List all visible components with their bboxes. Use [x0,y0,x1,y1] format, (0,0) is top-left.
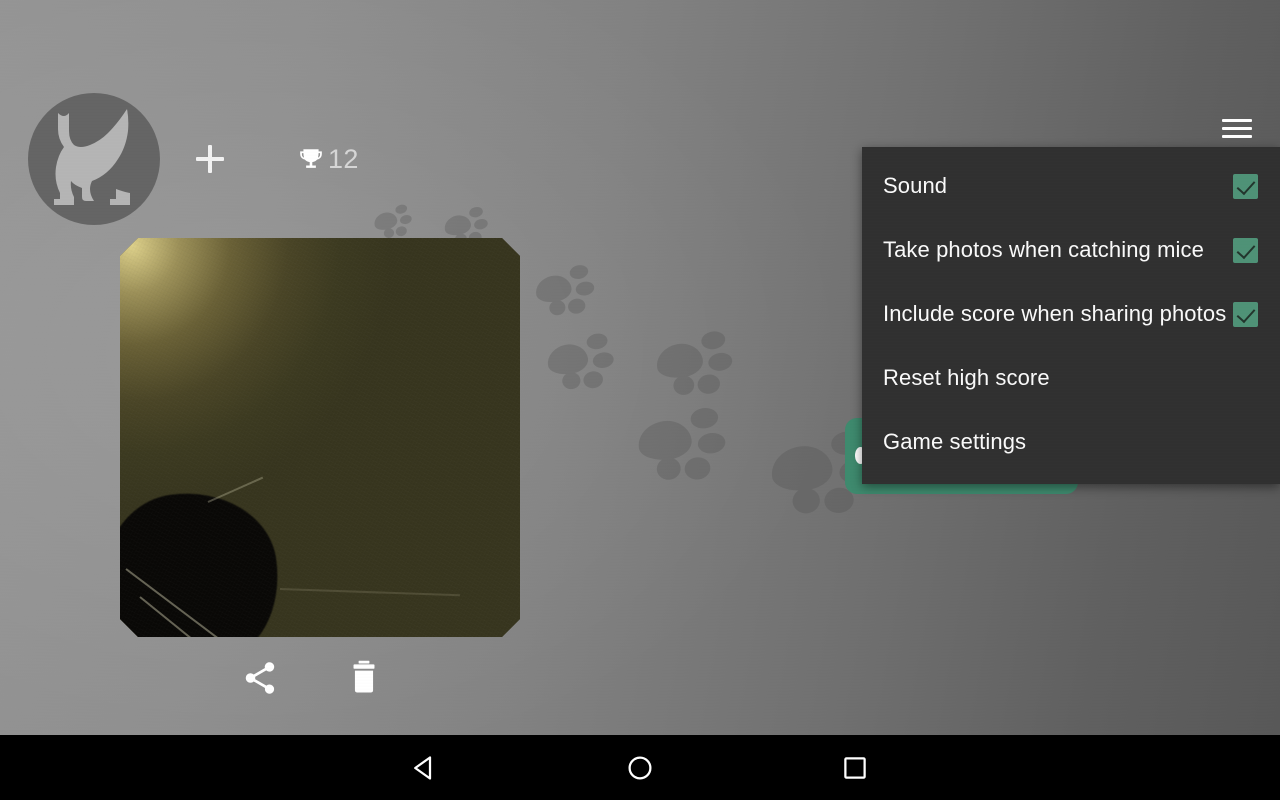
menu-item-sound[interactable]: Sound [862,154,1280,218]
menu-item-label: Reset high score [883,365,1050,390]
paw-pad [582,369,605,390]
paw-pad [699,329,727,352]
nav-back-button[interactable] [380,735,470,800]
hamburger-bar [1222,127,1252,130]
menu-item-checkbox[interactable] [1233,301,1258,327]
paw-print-icon [528,253,596,317]
paw-pad [568,263,590,281]
paw-pad [768,442,835,495]
photo-thumbnail[interactable] [120,238,520,637]
game-background: 12 Sound Take photos when catching mice … [0,0,1280,735]
paw-pad [398,213,413,226]
paw-pad [591,350,615,370]
paw-print-icon [368,200,413,240]
android-navigation-bar [0,735,1280,800]
menu-item-include-score-when-sharing-photos[interactable]: Include score when sharing photos [862,282,1280,346]
menu-item-checkbox[interactable] [1233,237,1258,263]
paw-print-icon [438,200,489,246]
photo-scratch-line [208,477,264,503]
paw-pad [560,370,582,391]
paw-pad [566,297,587,316]
paw-pad [394,225,409,238]
menu-item-checkbox[interactable] [1233,173,1258,199]
add-cat-button[interactable] [193,142,227,176]
paw-pad [574,279,596,298]
delete-button[interactable] [342,656,386,700]
paw-print-icon [540,319,615,391]
score-value: 12 [328,144,359,174]
avatar[interactable] [28,93,160,225]
back-triangle-icon [414,755,432,780]
paw-pad [689,406,720,431]
paw-pad [696,431,727,456]
paw-pad [394,203,409,216]
hamburger-bar [1222,119,1252,122]
share-button[interactable] [238,656,282,700]
menu-item-reset-high-score[interactable]: Reset high score [862,346,1280,410]
menu-item-label: Take photos when catching mice [883,237,1204,262]
paw-pad [790,486,822,516]
menu-item-take-photos-when-catching-mice[interactable]: Take photos when catching mice [862,218,1280,282]
recents-square-icon [844,756,866,779]
menu-item-label: Game settings [883,429,1027,454]
paw-pad [585,331,609,351]
app-screen: 12 Sound Take photos when catching mice … [0,0,1280,800]
cat-silhouette-icon [54,109,130,205]
paw-print-icon [648,313,734,397]
paw-pad [683,455,712,482]
trash-icon [353,660,375,693]
nav-home-button[interactable] [595,735,685,800]
paw-pad [382,227,396,240]
paw-pad [547,298,567,317]
paw-pad [635,417,694,464]
paw-pad [655,456,683,482]
menu-item-label: Include score when sharing photos [883,301,1227,326]
hamburger-bar [1222,135,1252,138]
photo-action-bar [120,656,520,700]
hamburger-menu-icon[interactable] [1220,113,1254,143]
paw-pad [473,217,489,231]
nav-recents-button[interactable] [810,735,900,800]
paw-pad [468,205,484,219]
paw-pad [706,351,734,373]
paw-print-icon [630,385,735,490]
menu-item-label: Sound [883,173,948,198]
overflow-menu[interactable]: Sound Take photos when catching mice Inclu… [862,147,1280,484]
photo-dark-shape [120,481,289,637]
trophy-icon [300,149,322,168]
home-circle-icon [628,755,652,780]
share-icon [245,662,275,694]
menu-item-game-settings[interactable]: Game settings [862,410,1280,474]
photo-scratch-line [280,588,460,596]
score-display: 12 [298,142,359,176]
